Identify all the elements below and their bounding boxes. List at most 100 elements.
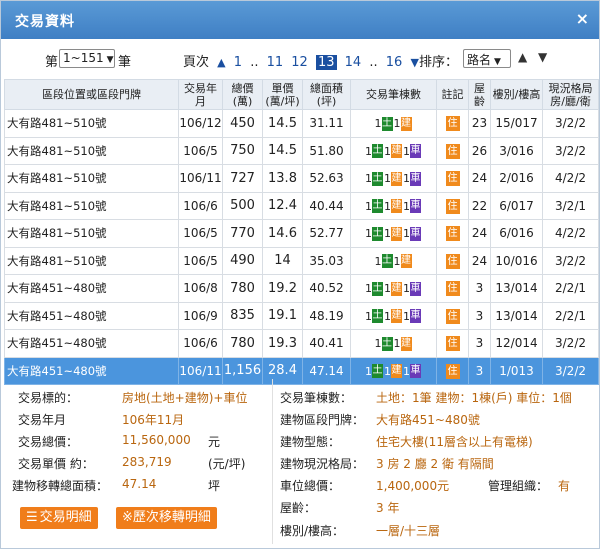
date-cell: 106/6	[178, 329, 223, 358]
page-link[interactable]: 16	[386, 55, 403, 70]
floor-label: 樓別/樓高：	[280, 524, 345, 538]
building-count: 1	[384, 282, 391, 295]
detail-panel: 交易標的： 房地(土地+建物)+車位 交易年月 106年11月 交易總價： 11…	[4, 379, 598, 549]
total-price-cell: 500	[222, 191, 263, 220]
total-price-cell: 750	[222, 136, 263, 165]
age-cell: 23	[468, 109, 491, 138]
page-link[interactable]: 11	[267, 55, 284, 70]
table-row[interactable]: 大有路451~480號 106/9 835 19.1 48.19 1土 1建 1車住 3 13/0…	[4, 301, 599, 330]
note-cell: 住	[436, 301, 469, 330]
col-header: 交易筆棟數	[350, 79, 437, 110]
building-icon: 建	[391, 171, 402, 186]
building-icon: 建	[391, 144, 402, 158]
counts-cell: 1土 1建 1車	[350, 301, 437, 330]
age-cell: 3	[468, 329, 491, 358]
age-cell: 22	[468, 191, 491, 220]
table-row[interactable]: 大有路481~510號 106/12 450 14.5 31.11 1土 1建住 23 15/0…	[4, 109, 599, 138]
parking-icon: 車	[410, 309, 421, 323]
building-count: 1	[384, 309, 391, 323]
age-cell: 24	[468, 219, 491, 248]
unit-price-cell: 19.3	[262, 329, 303, 358]
parking-value: 1,400,000元	[376, 479, 450, 493]
note-cell: 住	[436, 109, 469, 138]
page-ellipsis: ..	[369, 55, 378, 70]
residential-badge: 住	[445, 336, 460, 352]
close-icon[interactable]: ×	[576, 9, 589, 28]
table-row[interactable]: 大有路451~480號 106/8 780 19.2 40.52 1土 1建 1車住 3 13/0…	[4, 274, 599, 303]
next-page-icon[interactable]: ▼	[410, 56, 418, 69]
residential-badge: 住	[445, 308, 460, 324]
land-count: 1	[365, 172, 372, 185]
sort-asc-icon[interactable]: ▲	[518, 50, 527, 64]
residential-badge: 住	[445, 143, 460, 159]
address-cell: 大有路481~510號	[4, 164, 179, 193]
range-select[interactable]: 1~151 ▼	[59, 49, 115, 68]
parking-icon: 車	[410, 144, 421, 158]
age-cell: 24	[468, 164, 491, 193]
table-row[interactable]: 大有路481~510號 106/5 490 14 35.03 1土 1建住 24 10/016 3…	[4, 246, 599, 275]
table-row[interactable]: 大有路451~480號 106/6 780 19.3 40.41 1土 1建住 3 12/014…	[4, 329, 599, 358]
land-count: 1	[365, 309, 372, 323]
layout-cell: 4/2/2	[542, 219, 599, 248]
layout-cell: 3/2/2	[542, 246, 599, 275]
type-value: 住宅大樓(11層含以上有電梯)	[376, 435, 533, 449]
col-header: 樓別/樓高	[490, 79, 543, 110]
floor-cell: 15/017	[490, 109, 543, 138]
count-value: 土地：1筆 建物：1棟(戶) 車位：1個	[376, 391, 572, 405]
address-cell: 大有路481~510號	[4, 191, 179, 220]
layout-cell: 3/2/1	[542, 191, 599, 220]
table-row[interactable]: 大有路481~510號 106/5 750 14.5 51.80 1土 1建 1車住 26 3/0…	[4, 136, 599, 165]
address-cell: 大有路481~510號	[4, 219, 179, 248]
page-link[interactable]: 14	[345, 55, 362, 70]
col-header: 交易年月	[178, 79, 223, 110]
page-link[interactable]: 12	[291, 55, 308, 70]
parking-count: 1	[403, 282, 410, 295]
sort-select[interactable]: 路名 ▼	[463, 49, 511, 68]
unit-price-label: 交易單價 約：	[18, 457, 94, 471]
parking-count: 1	[403, 172, 410, 185]
residential-badge: 住	[445, 171, 460, 187]
area-cell: 31.11	[302, 109, 351, 138]
page-link[interactable]: 1	[234, 55, 242, 70]
total-price-cell: 727	[222, 164, 263, 193]
land-count: 1	[365, 227, 372, 240]
residential-badge: 住	[445, 281, 460, 297]
page-ellipsis: ..	[250, 55, 259, 70]
table-row[interactable]: 大有路481~510號 106/6 500 12.4 40.44 1土 1建 1車住 22 6/0…	[4, 191, 599, 220]
parking-icon: 車	[410, 364, 421, 378]
area-cell: 40.41	[302, 329, 351, 358]
list-icon: ☰	[26, 510, 38, 525]
date-cell: 106/11	[178, 164, 223, 193]
layout-cell: 3/2/2	[542, 329, 599, 358]
land-count: 1	[365, 144, 372, 158]
prev-page-icon[interactable]: ▲	[217, 56, 225, 69]
unit-price-value: 283,719	[122, 455, 172, 469]
addr-value: 大有路451~480號	[376, 413, 480, 427]
unit-price-cell: 19.1	[262, 301, 303, 330]
address-cell: 大有路451~480號	[4, 329, 179, 358]
unit-price-cell: 19.2	[262, 274, 303, 303]
land-icon: 土	[381, 336, 393, 351]
floor-cell: 6/017	[490, 191, 543, 220]
layout-cell: 3/2/2	[542, 109, 599, 138]
layout-label: 建物現況格局：	[280, 457, 365, 471]
target-label: 交易標的：	[18, 391, 79, 405]
counts-cell: 1土 1建	[350, 329, 437, 358]
building-icon: 建	[391, 364, 402, 378]
transaction-detail-button[interactable]: ☰ 交易明細	[20, 507, 98, 529]
building-icon: 建	[391, 199, 402, 213]
building-count: 1	[393, 117, 401, 130]
sort-desc-icon[interactable]: ▼	[538, 50, 547, 64]
area-cell: 35.03	[302, 246, 351, 275]
area-cell: 40.52	[302, 274, 351, 303]
address-cell: 大有路481~510號	[4, 109, 179, 138]
transaction-table: 區段位置或區段門牌 交易年月 總價(萬) 單價(萬/坪) 總面積(坪) 交易筆棟…	[4, 79, 599, 385]
transfer-history-button[interactable]: ※歷次移轉明細	[116, 507, 217, 529]
pagination: 頁次 ▲ 1 .. 11 12 13 14 .. 16 ▼	[183, 51, 423, 70]
note-cell: 住	[436, 191, 469, 220]
table-row[interactable]: 大有路481~510號 106/5 770 14.6 52.77 1土 1建 1車住 24 6/0…	[4, 219, 599, 248]
land-icon: 土	[372, 309, 383, 323]
land-count: 1	[365, 199, 372, 213]
table-row[interactable]: 大有路481~510號 106/11 727 13.8 52.63 1土 1建 1車住 24 2/…	[4, 164, 599, 193]
building-count: 1	[393, 337, 401, 350]
